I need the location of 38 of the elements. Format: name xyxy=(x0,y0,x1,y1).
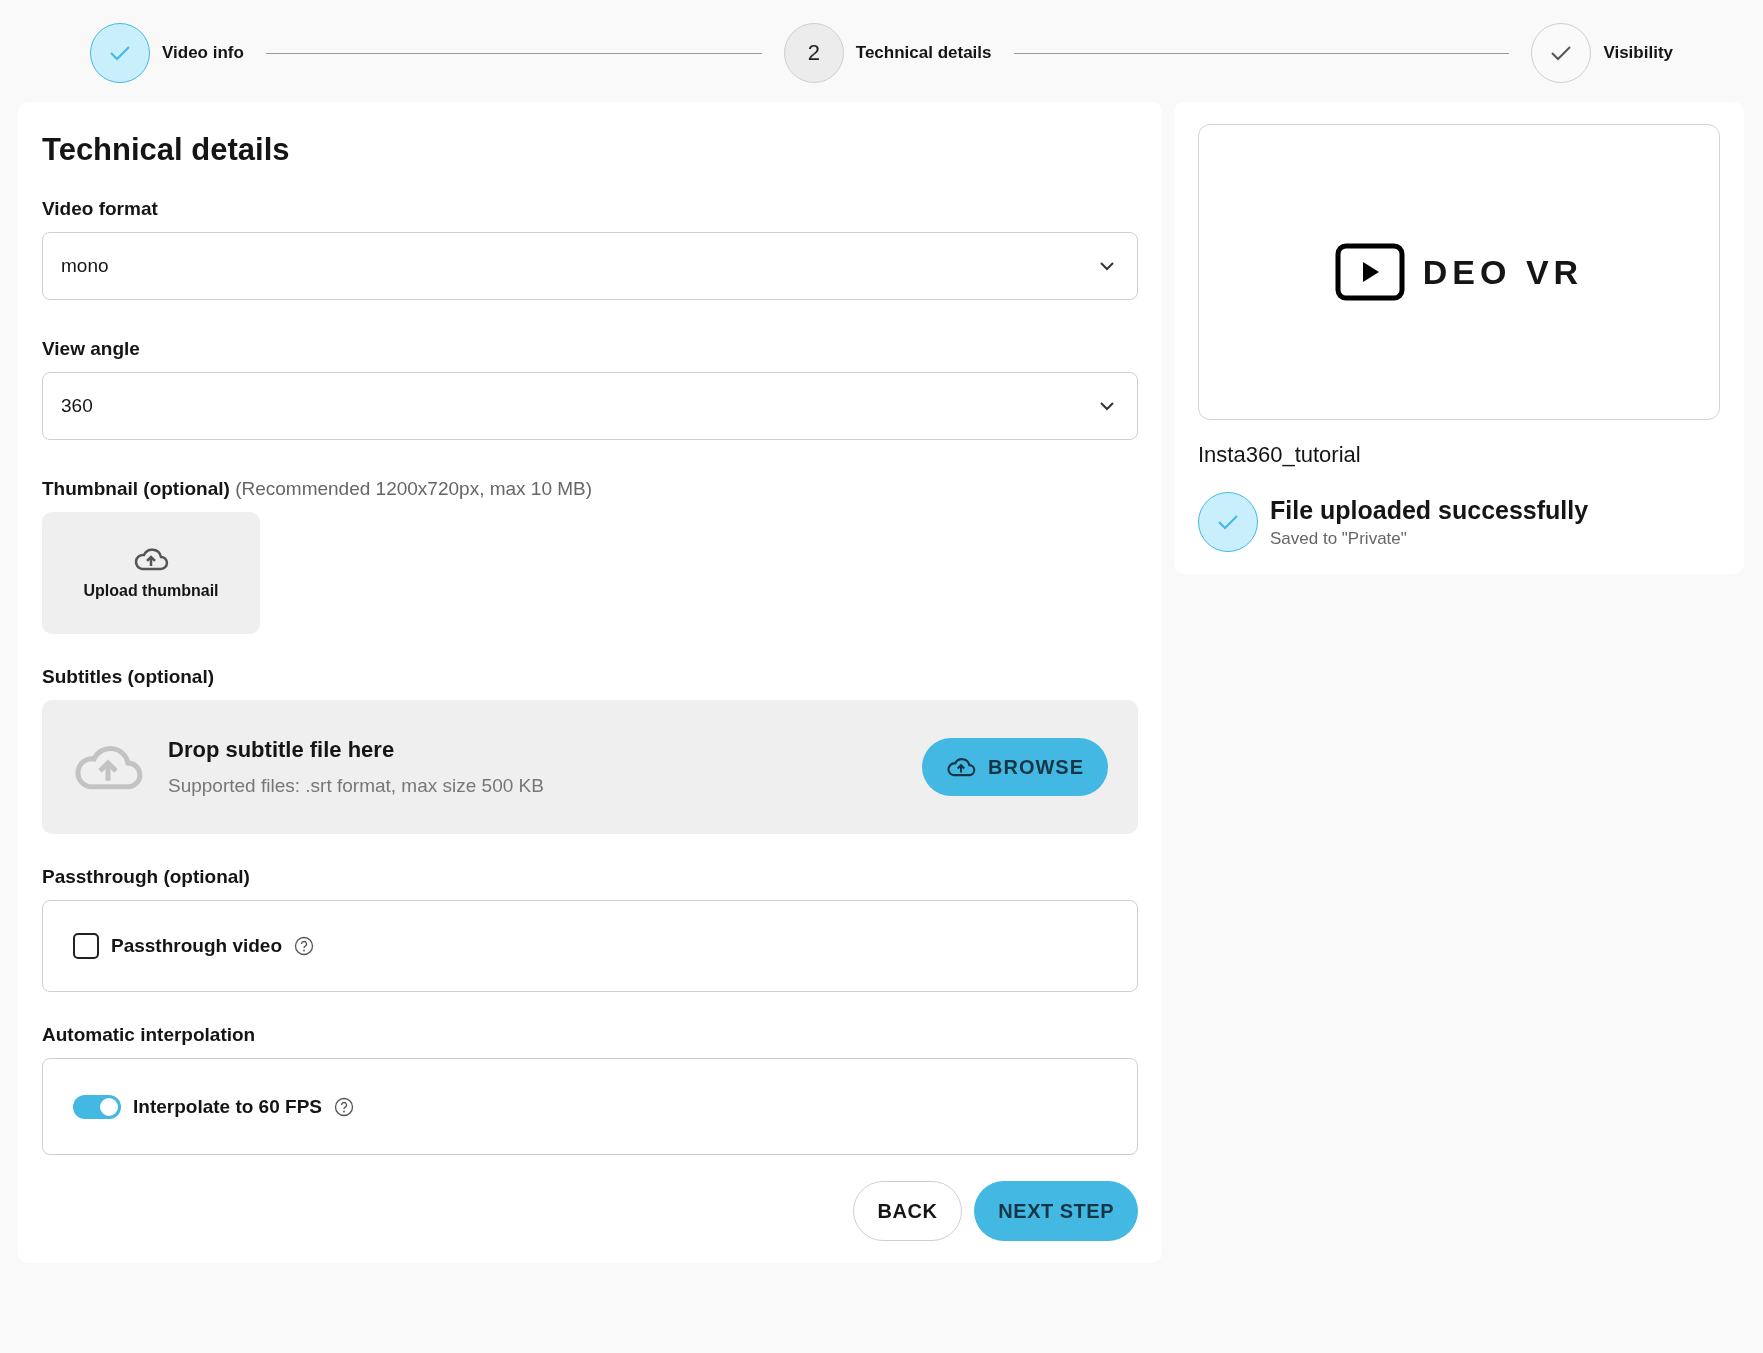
field-label: View angle xyxy=(42,338,141,360)
field-label: Thumbnail (optional) (Recommended 1200x720px, max 10 MB) xyxy=(42,478,594,500)
play-logo-icon xyxy=(1334,243,1405,301)
field-label: Passthrough (optional) xyxy=(42,866,251,888)
subtitle-drop-zone[interactable]: Drop subtitle file here Supported files: .srt format, max size 500 KB BROWSE xyxy=(42,700,1138,834)
check-icon xyxy=(109,45,131,61)
step-label: Visibility xyxy=(1603,43,1673,63)
chevron-down-icon xyxy=(1099,261,1115,271)
back-button[interactable]: BACK xyxy=(852,1181,963,1241)
field-label: Automatic interpolation xyxy=(42,1024,257,1046)
check-icon xyxy=(1550,45,1573,61)
field-label: Video format xyxy=(42,198,159,220)
step-indicator: 2 xyxy=(783,23,844,83)
help-icon[interactable] xyxy=(294,936,315,956)
file-name: Insta360_tutorial xyxy=(1198,442,1362,468)
next-step-button[interactable]: NEXT STEP xyxy=(974,1181,1138,1241)
option-label: Passthrough video xyxy=(111,935,283,957)
toggle-switch[interactable] xyxy=(73,1094,121,1119)
help-icon[interactable] xyxy=(334,1096,354,1117)
option-label: Interpolate to 60 FPS xyxy=(133,1095,322,1118)
field-label: Subtitles (optional) xyxy=(42,666,216,688)
section-title: Technical details xyxy=(42,132,291,168)
chevron-down-icon xyxy=(1099,401,1115,411)
status-detail: Saved to "Private" xyxy=(1270,528,1408,549)
upload-thumbnail-button[interactable]: Upload thumbnail xyxy=(42,512,260,634)
drop-hint: Supported files: .srt format, max size 500 KB xyxy=(168,775,545,797)
video-format-select[interactable]: mono xyxy=(42,232,1138,300)
logo-text: DEO VR xyxy=(1422,252,1584,292)
drop-title: Drop subtitle file here xyxy=(168,737,396,763)
check-icon xyxy=(1217,514,1239,530)
step-label: Video info xyxy=(162,43,244,63)
checkbox[interactable] xyxy=(73,933,99,959)
view-angle-select[interactable]: 360 xyxy=(42,372,1138,440)
upload-icon xyxy=(946,756,976,778)
upload-icon xyxy=(133,546,169,572)
step-label: Technical details xyxy=(855,43,992,63)
browse-button[interactable]: BROWSE xyxy=(922,738,1108,796)
status-title: File uploaded successfully xyxy=(1270,495,1589,525)
